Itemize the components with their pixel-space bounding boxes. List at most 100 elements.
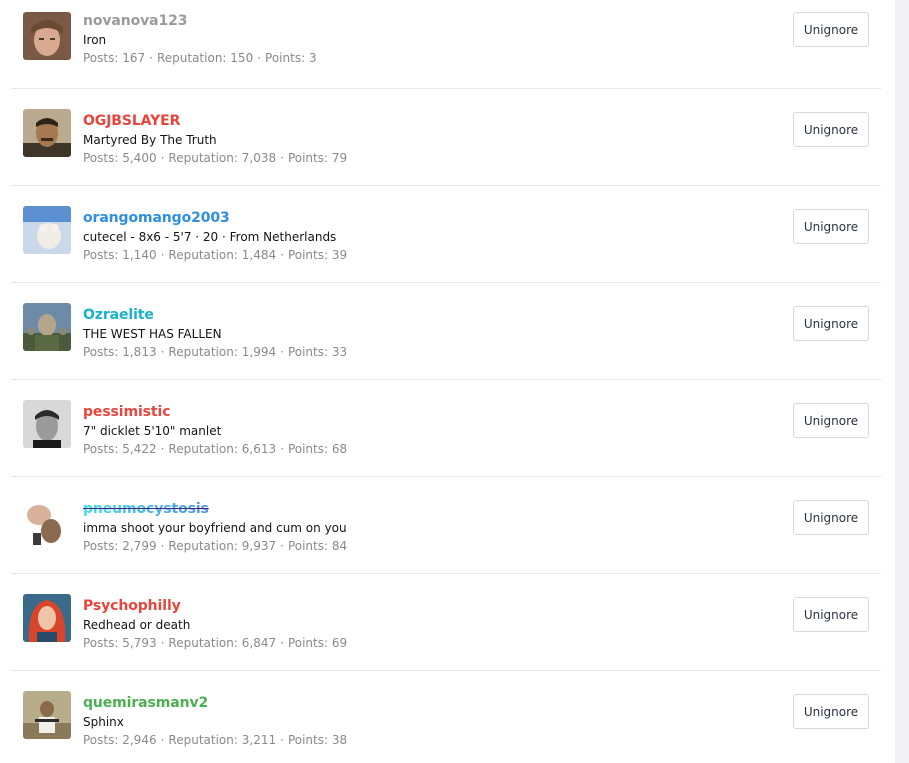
- reputation-value: 6,613: [241, 442, 277, 456]
- user-title: cutecel - 8x6 - 5'7 · 20 · From Netherla…: [83, 230, 337, 244]
- reputation-value: 3,211: [241, 733, 277, 747]
- posts-label: Posts:: [83, 345, 119, 359]
- username-link[interactable]: pessimistic: [83, 403, 347, 421]
- unignore-button[interactable]: Unignore: [793, 12, 869, 47]
- member-info: novanova123 Iron Posts: 167 · Reputation: …: [83, 12, 317, 66]
- unignore-button[interactable]: Unignore: [793, 403, 869, 438]
- page-side-gutter: [895, 0, 909, 763]
- username-link[interactable]: orangomango2003: [83, 209, 347, 227]
- posts-value: 2,946: [122, 733, 157, 747]
- unignore-button[interactable]: Unignore: [793, 306, 869, 341]
- user-stats: Posts: 2,946 · Reputation: 3,211 · Points: 3…: [83, 733, 348, 747]
- user-stats: Posts: 167 · Reputation: 150 · Points: 3: [83, 51, 317, 65]
- user-stats: Posts: 5,422 · Reputation: 6,613 · Points: 6…: [83, 442, 348, 456]
- member-row: pneumocystosis imma shoot your boyfriend…: [11, 477, 881, 574]
- posts-label: Posts:: [83, 539, 119, 553]
- reputation-label: Reputation:: [168, 539, 238, 553]
- avatar[interactable]: [23, 303, 71, 351]
- posts-label: Posts:: [83, 636, 119, 650]
- posts-label: Posts:: [83, 151, 119, 165]
- reputation-label: Reputation:: [168, 345, 238, 359]
- member-row: quemirasmanv2 Sphinx Posts: 2,946 · Reputa…: [11, 671, 881, 763]
- avatar[interactable]: [23, 109, 71, 157]
- posts-value: 5,400: [122, 151, 157, 165]
- points-label: Points:: [287, 636, 329, 650]
- member-row: pessimistic 7" dicklet 5'10" manlet Post…: [11, 380, 881, 477]
- member-info: orangomango2003 cutecel - 8x6 - 5'7 · 20…: [83, 209, 347, 263]
- avatar[interactable]: [23, 400, 71, 448]
- posts-label: Posts:: [83, 51, 119, 65]
- points-value: 33: [331, 345, 348, 359]
- member-info: OGJBSLAYER Martyred By The Truth Posts: …: [83, 112, 347, 166]
- posts-label: Posts:: [83, 733, 119, 747]
- posts-value: 2,799: [122, 539, 157, 553]
- member-row: Ozraelite THE WEST HAS FALLEN Posts: 1,8…: [11, 283, 881, 380]
- points-value: 79: [331, 151, 348, 165]
- username-link[interactable]: novanova123: [83, 12, 317, 30]
- member-info: pneumocystosis imma shoot your boyfriend…: [83, 500, 347, 554]
- points-label: Points:: [287, 539, 329, 553]
- reputation-value: 150: [230, 51, 254, 65]
- avatar[interactable]: [23, 497, 71, 545]
- reputation-label: Reputation:: [156, 51, 227, 65]
- user-stats: Posts: 1,813 · Reputation: 1,994 · Points: 3…: [83, 345, 348, 359]
- ignored-members-list: novanova123 Iron Posts: 167 · Reputation: …: [11, 0, 881, 763]
- member-row: novanova123 Iron Posts: 167 · Reputation: …: [11, 0, 881, 89]
- points-label: Points:: [265, 51, 306, 65]
- points-value: 39: [331, 248, 348, 262]
- posts-value: 167: [122, 51, 146, 65]
- points-label: Points:: [287, 733, 329, 747]
- username-link[interactable]: Ozraelite: [83, 306, 347, 324]
- user-stats: Posts: 5,793 · Reputation: 6,847 · Points: 6…: [83, 636, 348, 650]
- avatar[interactable]: [23, 594, 71, 642]
- reputation-value: 6,847: [241, 636, 277, 650]
- avatar[interactable]: [23, 12, 71, 60]
- reputation-value: 1,994: [241, 345, 277, 359]
- username-link[interactable]: pneumocystosis: [83, 500, 347, 518]
- ignored-members-page: novanova123 Iron Posts: 167 · Reputation: …: [0, 0, 909, 763]
- user-title: Sphinx: [83, 715, 124, 729]
- member-info: quemirasmanv2 Sphinx Posts: 2,946 · Reputa…: [83, 694, 347, 748]
- points-value: 68: [331, 442, 348, 456]
- posts-value: 1,813: [122, 345, 157, 359]
- avatar[interactable]: [23, 691, 71, 739]
- username-link[interactable]: quemirasmanv2: [83, 694, 347, 712]
- user-stats: Posts: 5,400 · Reputation: 7,038 · Points: 7…: [83, 151, 348, 165]
- reputation-value: 1,484: [241, 248, 277, 262]
- user-title: THE WEST HAS FALLEN: [83, 327, 222, 341]
- reputation-label: Reputation:: [168, 733, 238, 747]
- user-title: 7" dicklet 5'10" manlet: [83, 424, 222, 438]
- user-title: imma shoot your boyfriend and cum on you: [83, 521, 347, 535]
- unignore-button[interactable]: Unignore: [793, 209, 869, 244]
- member-info: Ozraelite THE WEST HAS FALLEN Posts: 1,8…: [83, 306, 347, 360]
- member-row: orangomango2003 cutecel - 8x6 - 5'7 · 20…: [11, 186, 881, 283]
- unignore-button[interactable]: Unignore: [793, 500, 869, 535]
- posts-value: 5,793: [122, 636, 157, 650]
- username-link[interactable]: Psychophilly: [83, 597, 347, 615]
- unignore-button[interactable]: Unignore: [793, 112, 869, 147]
- user-title: Iron: [83, 33, 107, 47]
- reputation-label: Reputation:: [168, 636, 238, 650]
- unignore-button[interactable]: Unignore: [793, 694, 869, 729]
- member-row: Psychophilly Redhead or death Posts: 5,7…: [11, 574, 881, 671]
- avatar[interactable]: [23, 206, 71, 254]
- user-stats: Posts: 1,140 · Reputation: 1,484 · Points: 3…: [83, 248, 348, 262]
- posts-label: Posts:: [83, 248, 119, 262]
- username-link[interactable]: OGJBSLAYER: [83, 112, 347, 130]
- member-row: OGJBSLAYER Martyred By The Truth Posts: …: [11, 89, 881, 186]
- reputation-value: 7,038: [241, 151, 277, 165]
- points-label: Points:: [287, 151, 329, 165]
- member-info: Psychophilly Redhead or death Posts: 5,7…: [83, 597, 347, 651]
- points-value: 69: [331, 636, 348, 650]
- points-value: 84: [331, 539, 348, 553]
- user-title: Martyred By The Truth: [83, 133, 217, 147]
- user-stats: Posts: 2,799 · Reputation: 9,937 · Points: 8…: [83, 539, 348, 553]
- points-label: Points:: [287, 345, 329, 359]
- points-label: Points:: [287, 442, 329, 456]
- user-title: Redhead or death: [83, 618, 191, 632]
- unignore-button[interactable]: Unignore: [793, 597, 869, 632]
- points-value: 3: [308, 51, 317, 65]
- posts-value: 5,422: [122, 442, 157, 456]
- points-value: 38: [331, 733, 348, 747]
- reputation-value: 9,937: [241, 539, 277, 553]
